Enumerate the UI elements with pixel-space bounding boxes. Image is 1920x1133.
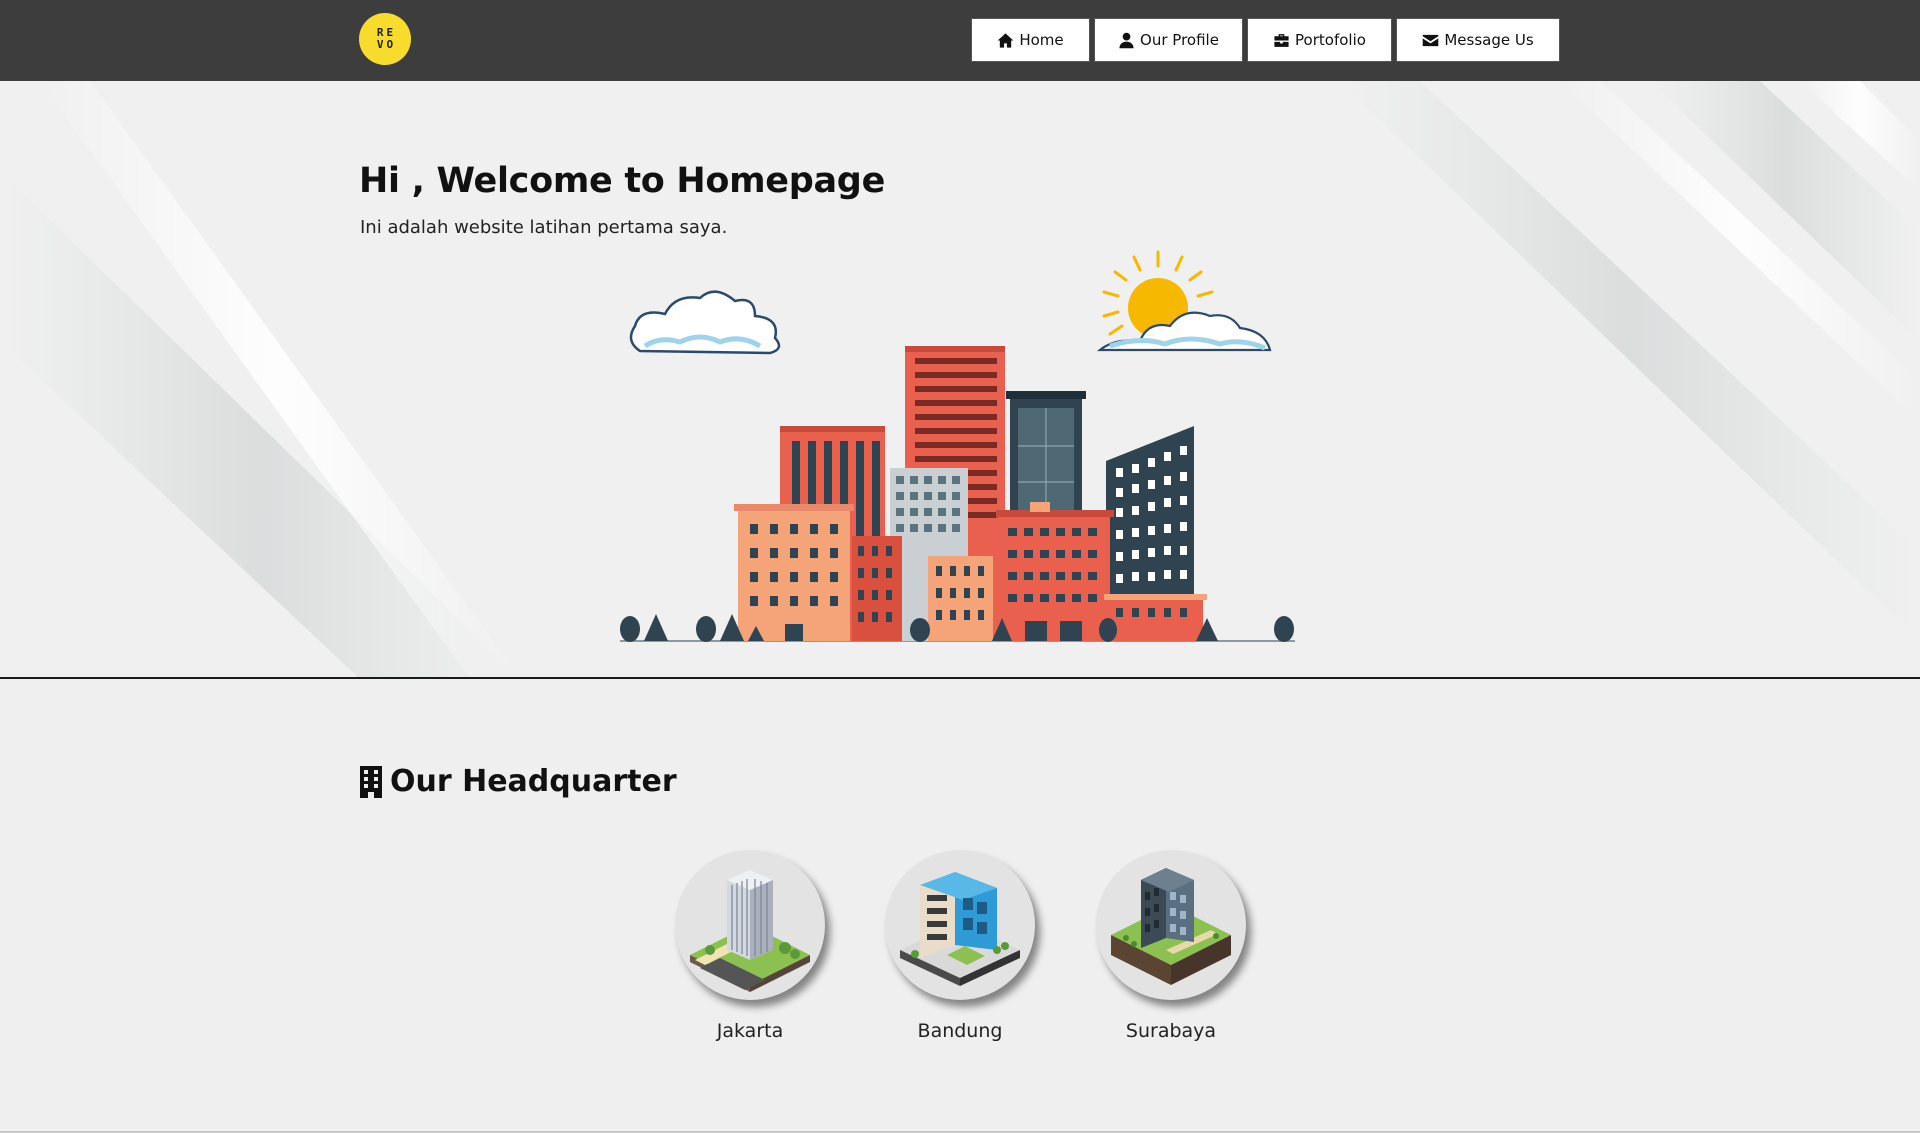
headquarter-title-text: Our Headquarter xyxy=(390,764,677,799)
cloud-icon xyxy=(1096,311,1272,352)
hq-card-jakarta[interactable]: Jakarta xyxy=(675,850,825,1042)
apartment-building-icon xyxy=(900,872,1020,986)
briefcase-icon xyxy=(1274,33,1289,47)
building xyxy=(852,536,902,641)
nav-profile-button[interactable]: Our Profile xyxy=(1094,18,1243,62)
hq-label-surabaya: Surabaya xyxy=(1125,1020,1217,1042)
cloud-icon xyxy=(629,290,781,355)
hero-section: Hi , Welcome to Homepage Ini adalah webs… xyxy=(0,81,1920,679)
logo-letter: O xyxy=(386,38,394,51)
hq-card-surabaya[interactable]: Surabaya xyxy=(1096,850,1246,1042)
office-tower-icon xyxy=(690,870,810,992)
building xyxy=(734,504,854,641)
hq-image-bandung xyxy=(885,850,1035,1000)
hq-image-jakarta xyxy=(675,850,825,1000)
hq-card-bandung[interactable]: Bandung xyxy=(885,850,1035,1042)
nav-portfolio-label: Portofolio xyxy=(1295,31,1366,49)
hero-title: Hi , Welcome to Homepage xyxy=(359,161,886,201)
nav-home-button[interactable]: Home xyxy=(971,18,1090,62)
headquarter-title: Our Headquarter xyxy=(359,764,677,799)
hq-label-bandung: Bandung xyxy=(917,1020,1003,1042)
home-icon xyxy=(998,32,1014,48)
building xyxy=(1104,594,1207,641)
hq-image-surabaya xyxy=(1096,850,1246,1000)
nav-portfolio-button[interactable]: Portofolio xyxy=(1247,18,1392,62)
nav-message-label: Message Us xyxy=(1444,31,1534,49)
hq-label-jakarta: Jakarta xyxy=(716,1020,784,1042)
city-illustration xyxy=(620,250,1295,642)
logo[interactable]: R E V O xyxy=(359,13,411,65)
hero-subtitle: Ini adalah website latihan pertama saya. xyxy=(360,217,728,238)
navbar: R E V O Home Our Profile Portofolio Mess… xyxy=(0,0,1920,81)
building xyxy=(996,502,1114,641)
glass-office-icon xyxy=(1111,868,1231,985)
envelope-icon xyxy=(1423,34,1439,46)
nav-home-label: Home xyxy=(1019,31,1064,49)
building xyxy=(928,556,993,641)
logo-letter: V xyxy=(376,38,384,51)
nav-profile-label: Our Profile xyxy=(1140,31,1219,49)
user-icon xyxy=(1119,32,1134,48)
building-icon xyxy=(360,765,382,798)
nav-message-button[interactable]: Message Us xyxy=(1396,18,1560,62)
